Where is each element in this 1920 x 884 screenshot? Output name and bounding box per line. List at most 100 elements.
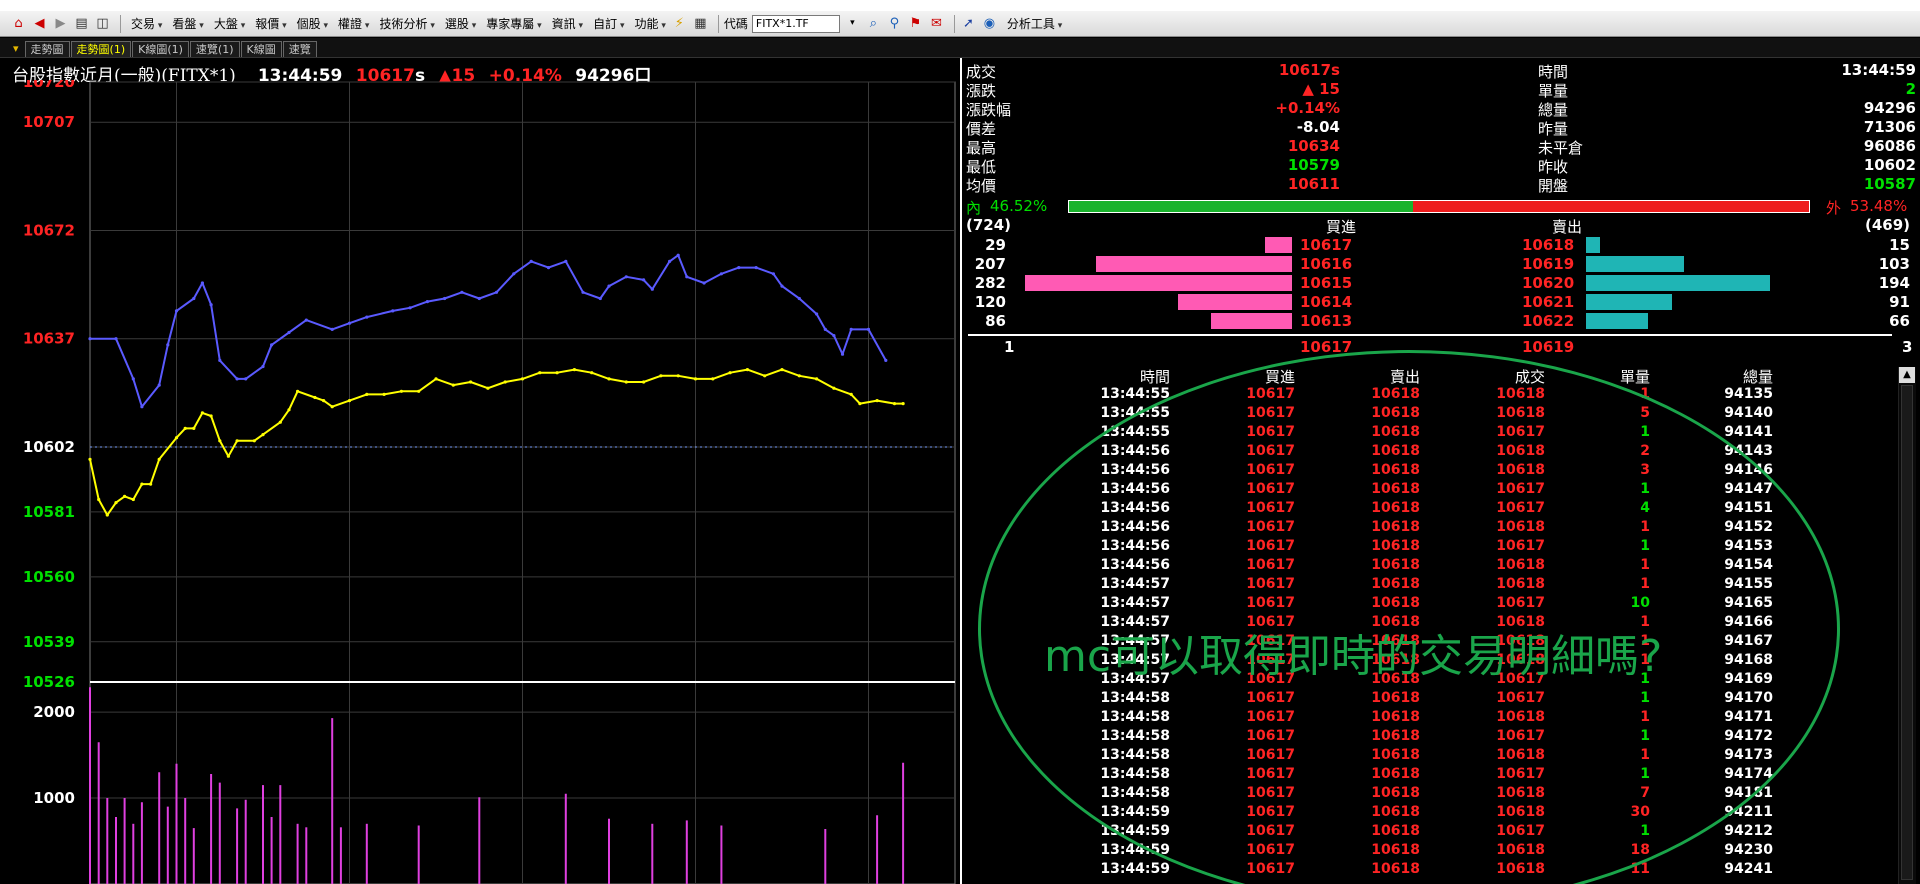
lightning-icon[interactable]: ⚡ [671,15,688,32]
menu-trade[interactable]: 交易 [131,15,162,32]
ask-total: (469) [1864,216,1910,234]
tick-time: 13:44:59 [1100,861,1170,877]
ask-price: 10621 [1522,293,1575,311]
tick-ask: 10618 [1371,443,1420,459]
print-icon[interactable]: ▤ [73,15,90,32]
menu-screener[interactable]: 選股 [445,15,476,32]
orderbook-row[interactable]: 207 10616 10619 103 [0,255,1920,273]
cursor-icon[interactable]: ➚ [960,15,977,32]
ask-volume: 194 [1878,274,1910,292]
tab-kline-1[interactable]: K線圖(1) [132,41,189,57]
panel-divider [960,58,962,884]
back-icon[interactable]: ◀ [31,15,48,32]
bid-header: 買進 [1326,218,1357,236]
quote-label: 最低 [966,158,997,176]
home-icon[interactable]: ⌂ [10,15,27,32]
bid-price: 10616 [1300,255,1353,273]
tick-bid: 10617 [1246,728,1295,744]
tick-deal: 10617 [1496,424,1545,440]
quote-label: 昨收 [1538,158,1569,176]
tick-deal: 10618 [1496,405,1545,421]
last-bid-px: 10617 [1300,338,1353,356]
price-point [131,377,135,381]
scroll-thumb[interactable] [1901,385,1913,880]
quote-value: 10587 [1863,175,1916,193]
tab-trend-1[interactable]: 走勢圖(1) [70,41,132,57]
menu-market[interactable]: 大盤 [214,15,245,32]
menu-info[interactable]: 資訊 [552,15,583,32]
menu-analysis-tools[interactable]: 分析工具 [1007,15,1062,32]
tab-trend[interactable]: 走勢圖 [24,41,70,57]
menu-quote[interactable]: 報價 [255,15,286,32]
window-icon[interactable]: ◫ [94,15,111,32]
ask-price: 10619 [1522,255,1575,273]
menu-watch[interactable]: 看盤 [172,15,203,32]
price-point [226,454,230,458]
bid-price: 10615 [1300,274,1353,292]
scroll-up-icon[interactable]: ▲ [1899,367,1915,383]
tick-total: 94141 [1724,424,1773,440]
menu-function[interactable]: 功能 [634,15,665,32]
price-tick-label: 10539 [23,633,75,651]
orderbook-row[interactable]: 282 10615 10620 194 [0,274,1920,292]
tick-qty: 3 [1640,462,1650,478]
ts-header-bid: 買進 [1264,368,1295,386]
tick-bid: 10617 [1246,557,1295,573]
tick-total: 94166 [1724,614,1773,630]
price-point [849,392,853,396]
bid-volume-bar [1025,275,1292,291]
tick-total: 94143 [1724,443,1773,459]
forward-icon[interactable]: ▶ [52,15,69,32]
quote-label: 價差 [966,120,997,138]
tick-ask: 10618 [1371,728,1420,744]
ts-header-deal: 成交 [1514,368,1545,386]
orderbook-row[interactable]: 29 10617 10618 15 [0,236,1920,254]
toolbar-separator [953,14,955,33]
code-input[interactable] [751,14,840,33]
price-point [797,374,801,378]
price-volume-chart[interactable]: 1072010707106721063710602105811056010539… [0,80,960,884]
tab-quick-1[interactable]: 速覽(1) [189,41,240,57]
menu-stock[interactable]: 個股 [297,15,328,32]
tick-bid: 10617 [1246,538,1295,554]
price-tick-label: 10526 [23,673,75,691]
tick-deal: 10617 [1496,538,1545,554]
alert-icon[interactable]: ✉ [928,15,945,32]
orderbook-row[interactable]: 86 10613 10622 66 [0,312,1920,330]
quote-value: 10579 [1287,156,1340,174]
menu-technical[interactable]: 技術分析 [379,15,434,32]
price-point [763,374,767,378]
price-point [434,377,438,381]
quote-value: 10617s [1278,61,1340,79]
ts-header-ask: 賣出 [1389,368,1420,386]
menu-expert[interactable]: 專家專屬 [486,15,541,32]
menu-warrant[interactable]: 權證 [338,15,369,32]
tick-total: 94172 [1724,728,1773,744]
tick-deal: 10617 [1496,728,1545,744]
quote-value: 94296 [1863,99,1916,117]
tick-ask: 10618 [1371,747,1420,763]
tick-scrollbar[interactable]: ▲ [1898,367,1916,884]
chart-search-icon[interactable]: ⌕ [865,15,882,32]
orderbook-row[interactable]: 120 10614 10621 91 [0,293,1920,311]
menu-custom[interactable]: 自訂 [593,15,624,32]
flag-icon[interactable]: ⚑ [907,15,924,32]
magnifier-icon[interactable]: ⚲ [886,15,903,32]
price-point [140,405,144,409]
tick-total: 94140 [1724,405,1773,421]
analysis-icon[interactable]: ◉ [981,15,998,32]
price-point [183,426,187,430]
tab-quick[interactable]: 速覽 [282,41,317,57]
tick-time: 13:44:55 [1100,405,1170,421]
tab-expand[interactable]: ▾ [8,41,24,57]
tick-time: 13:44:56 [1100,443,1170,459]
dropdown-arrow-icon[interactable]: ▾ [844,15,861,32]
volume-tick-label: 2000 [33,703,75,721]
price-point [114,337,118,341]
price-point [676,374,680,378]
inner-ratio-fill [1069,201,1414,212]
last-bid-vol: 1 [1004,338,1015,356]
tab-kline[interactable]: K線圖 [240,41,282,57]
bid-volume-bar [1211,313,1292,329]
calculator-icon[interactable]: ▦ [692,15,709,32]
